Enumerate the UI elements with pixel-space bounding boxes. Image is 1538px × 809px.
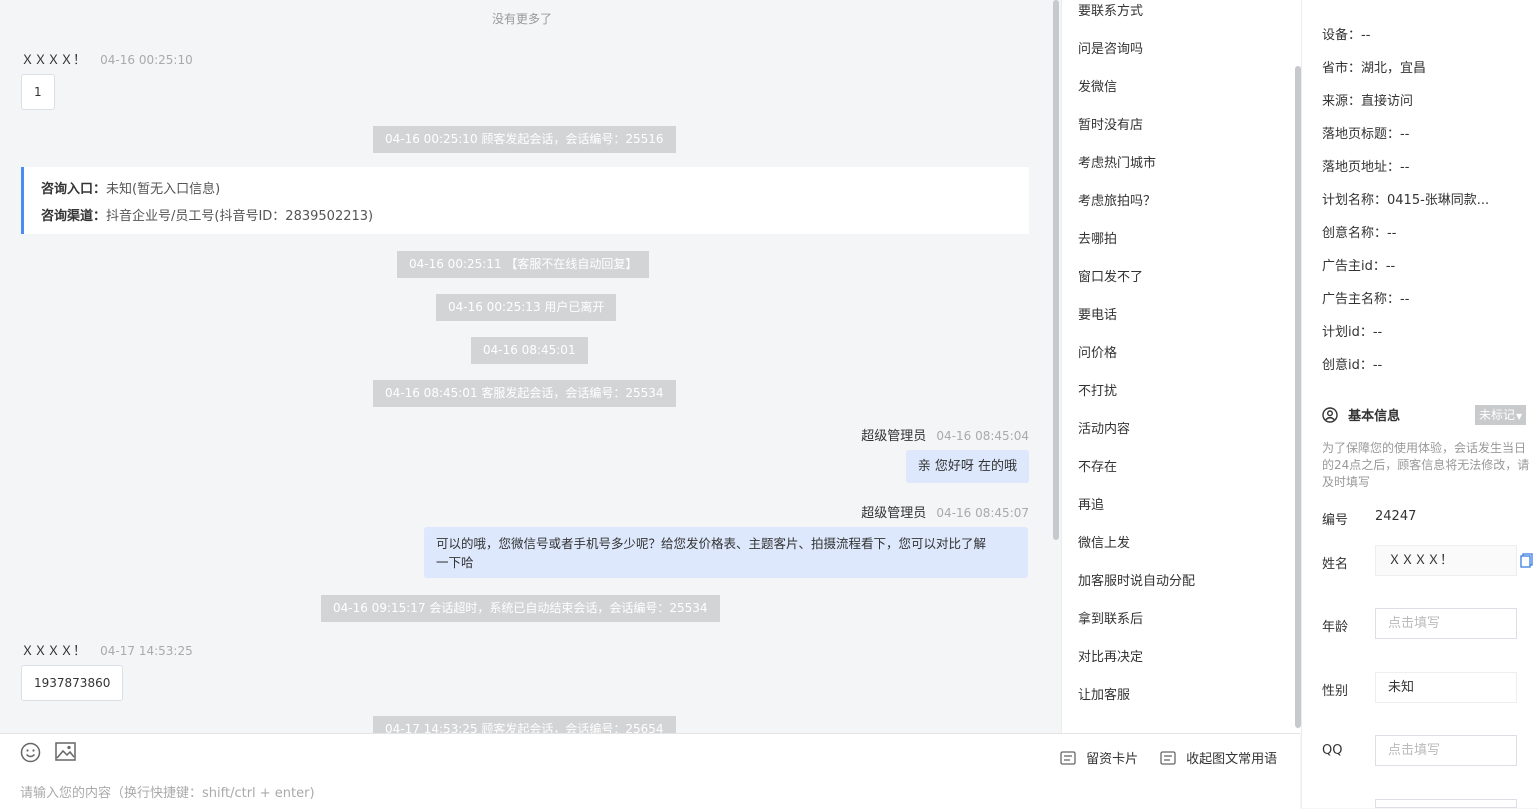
tag-dropdown[interactable]: 未标记▼ [1475,405,1527,425]
info-plan-id: 计划id：-- [1322,325,1383,340]
channel-value: 抖音企业号/员工号(抖音号ID：2839502213) [106,209,374,224]
info-landing-title: 落地页标题：-- [1322,127,1410,142]
common-phrases-panel: 要联系方式 问是咨询吗 发微信 暂时没有店 考虑热门城市 考虑旅拍吗？ 去哪拍 … [1061,0,1301,733]
age-label: 年龄 [1322,620,1349,635]
message-time: 04-17 14:53:25 [100,644,193,658]
system-tip: 04-16 00:25:13 用户已离开 [436,294,617,321]
basic-info-title: 基本信息 [1348,409,1401,424]
notice-text: 为了保障您的使用体验，会话发生当日 的24点之后，顾客信息将无法修改，请 及时填… [1322,440,1532,491]
message-time: 04-16 08:45:04 [936,429,1029,443]
qq-label: QQ [1322,743,1343,758]
card-tool-label: 留资卡片 [1086,752,1139,767]
system-tip: 04-16 00:25:10 顾客发起会话，会话编号：25516 [373,126,676,153]
notice-line: 及时填写 [1322,475,1371,489]
phrase-item[interactable]: 不打扰 [1078,380,1117,399]
message-input-area: 留资卡片 收起图文常用语 请输入您的内容（换行快捷键：shift/ctrl + … [0,733,1300,809]
phrase-item[interactable]: 去哪拍 [1078,228,1117,247]
message-time: 04-16 00:25:10 [100,53,193,67]
agent-bubble: 可以的哦，您微信号或者手机号多少呢？给您发价格表、主题客片、拍摄流程看下，您可以… [424,527,1028,578]
collapse-phrases-label: 收起图文常用语 [1186,752,1278,767]
emoji-icon[interactable] [20,742,41,767]
user-circle-icon [1322,407,1338,423]
phrase-item[interactable]: 问是咨询吗 [1078,38,1143,57]
name-field[interactable]: ＸＸＸＸ！ [1375,545,1517,576]
agent-bubble: 亲 您好呀 在的哦 [905,450,1029,483]
phrase-item[interactable]: 发微信 [1078,76,1117,95]
bubble-line: 可以的哦，您微信号或者手机号多少呢？给您发价格表、主题客片、拍摄流程看下，您可以… [436,536,987,551]
card-tool[interactable]: 留资卡片 [1060,748,1138,767]
info-creative-id: 创意id：-- [1322,358,1383,373]
gender-label: 性别 [1322,684,1349,699]
phrase-item[interactable]: 要电话 [1078,304,1117,323]
info-plan-name: 计划名称：0415-张琳同款... [1322,193,1490,208]
phrase-item[interactable]: 对比再决定 [1078,646,1143,665]
sender-name: 超级管理员 [861,429,927,444]
phrase-item[interactable]: 暂时没有店 [1078,114,1143,133]
phrase-item[interactable]: 拿到联系后 [1078,608,1143,627]
notice-line: 为了保障您的使用体验，会话发生当日 [1322,441,1527,455]
entry-label: 咨询入口： [41,182,107,197]
customer-bubble: 1937873860 [21,665,124,701]
sender-name: 超级管理员 [861,506,927,521]
phrase-item[interactable]: 微信上发 [1078,532,1130,551]
sender-name: ＸＸＸＸ！ [21,644,87,659]
phrases-icon [1160,751,1176,765]
gender-field[interactable]: 未知 [1375,672,1517,703]
system-tip: 04-16 00:25:11 【客服不在线自动回复】 [397,251,650,278]
collapse-phrases-tool[interactable]: 收起图文常用语 [1160,748,1277,767]
phrase-item[interactable]: 考虑旅拍吗？ [1078,190,1156,209]
channel-label: 咨询渠道： [41,209,107,224]
system-tip: 04-16 09:15:17 会话超时，系统已自动结束会话，会话编号：25534 [321,595,720,622]
system-tip: 04-16 08:45:01 [471,337,588,364]
system-tip: 04-16 08:45:01 客服发起会话，会话编号：25534 [373,380,676,407]
phrase-item[interactable]: 窗口发不了 [1078,266,1143,285]
info-advertiser-name: 广告主名称：-- [1322,292,1410,307]
message-header: 超级管理员 04-16 08:45:07 [861,502,1029,521]
image-icon[interactable] [55,742,76,765]
copy-icon[interactable] [1520,553,1533,572]
phrase-item[interactable]: 问价格 [1078,342,1117,361]
tag-label: 未标记 [1479,408,1516,422]
qq-field[interactable]: 点击填写 [1375,735,1517,766]
chat-scrollbar[interactable] [1053,0,1059,540]
notice-line: 的24点之后，顾客信息将无法修改，请 [1322,458,1530,472]
basic-info-header: 基本信息 [1322,405,1400,424]
phrase-item[interactable]: 活动内容 [1078,418,1130,437]
phrase-item[interactable]: 考虑热门城市 [1078,152,1156,171]
sender-name: ＸＸＸＸ！ [21,53,87,68]
info-landing-url: 落地页地址：-- [1322,160,1410,175]
customer-info-panel: 设备：-- 省市：湖北，宜昌 来源：直接访问 落地页标题：-- 落地页地址：--… [1301,0,1538,808]
message-header: ＸＸＸＸ！ 04-17 14:53:25 [21,640,193,659]
entry-value: 未知(暂无入口信息) [106,182,221,197]
phrase-item[interactable]: 让加客服 [1078,684,1130,703]
next-field[interactable] [1375,799,1517,808]
info-advertiser-id: 广告主id：-- [1322,259,1396,274]
chat-panel: 没有更多了 ＸＸＸＸ！ 04-16 00:25:10 1 04-16 00:25… [0,0,1050,733]
chevron-down-icon: ▼ [1516,412,1523,421]
no-more-text: 没有更多了 [492,12,553,26]
name-label: 姓名 [1322,557,1349,572]
info-source: 来源：直接访问 [1322,94,1414,109]
bubble-line: 一下哈 [436,555,474,570]
id-value: 24247 [1375,509,1417,524]
message-input[interactable]: 请输入您的内容（换行快捷键：shift/ctrl + enter) [20,782,315,801]
phrase-item[interactable]: 加客服时说自动分配 [1078,570,1195,589]
card-icon [1060,751,1076,765]
system-tip: 04-17 14:53:25 顾客发起会话，会话编号：25654 [373,716,676,733]
message-header: ＸＸＸＸ！ 04-16 00:25:10 [21,49,193,68]
info-creative-name: 创意名称：-- [1322,226,1397,241]
phrase-item[interactable]: 再追 [1078,494,1104,513]
age-field[interactable]: 点击填写 [1375,608,1517,639]
phrase-item[interactable]: 不存在 [1078,456,1117,475]
entry-info-card: 咨询入口：未知(暂无入口信息) 咨询渠道：抖音企业号/员工号(抖音号ID：283… [21,167,1029,234]
info-region: 省市：湖北，宜昌 [1322,61,1427,76]
customer-bubble: 1 [21,74,55,110]
info-device: 设备：-- [1322,28,1371,43]
message-time: 04-16 08:45:07 [936,506,1029,520]
message-header: 超级管理员 04-16 08:45:04 [861,425,1029,444]
id-label: 编号 [1322,513,1349,528]
phrase-item[interactable]: 要联系方式 [1078,0,1143,19]
